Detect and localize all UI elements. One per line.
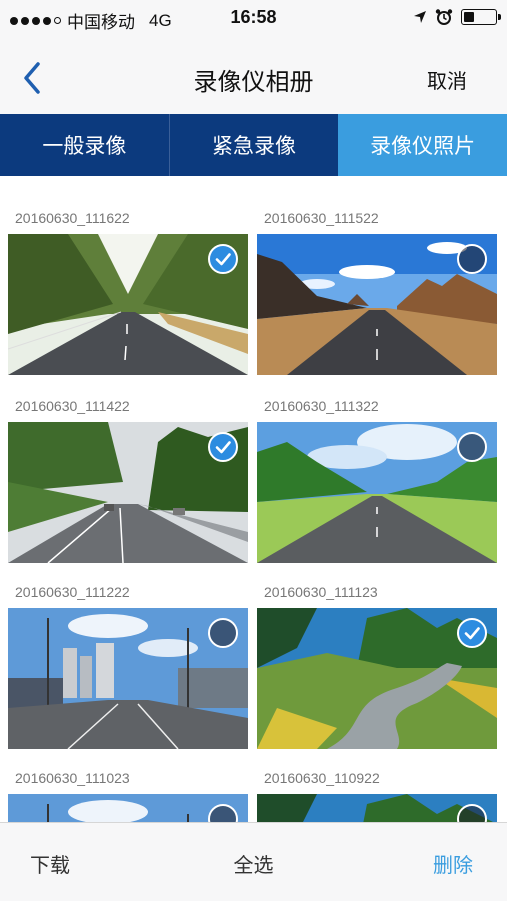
tab-emergency-video[interactable]: 紧急录像	[168, 114, 339, 176]
delete-button[interactable]: 删除	[433, 849, 473, 878]
tab-normal-video[interactable]: 一般录像	[0, 114, 169, 176]
photo-filename: 20160630_110922	[264, 770, 380, 786]
photo-filename: 20160630_111123	[264, 584, 378, 600]
photo-filename: 20160630_111023	[15, 770, 130, 786]
cancel-button[interactable]: 取消	[427, 65, 467, 94]
location-arrow-icon	[414, 11, 426, 23]
battery-icon	[461, 9, 501, 25]
selection-check-icon[interactable]	[457, 244, 487, 274]
selection-check-icon[interactable]	[457, 618, 487, 648]
photo-filename: 20160630_111522	[264, 210, 379, 226]
selection-check-icon[interactable]	[208, 432, 238, 462]
selection-check-icon[interactable]	[208, 244, 238, 274]
select-all-button[interactable]: 全选	[0, 849, 507, 878]
photo-filename: 20160630_111322	[264, 398, 379, 414]
status-icons	[413, 8, 501, 26]
photo-filename: 20160630_111422	[15, 398, 130, 414]
battery-level	[464, 12, 474, 22]
alarm-clock-icon	[435, 9, 453, 25]
navigation-bar: 录像仪相册 取消	[0, 38, 507, 114]
selection-check-icon[interactable]	[457, 432, 487, 462]
photo-grid: 20160630_111622 20160630_111522 20160630…	[0, 176, 507, 822]
status-bar: 中国移动 4G 16:58	[0, 0, 507, 38]
photo-filename: 20160630_111222	[15, 584, 130, 600]
selection-check-icon[interactable]	[208, 618, 238, 648]
category-tabs: 一般录像 紧急录像 录像仪照片	[0, 114, 507, 176]
photo-filename: 20160630_111622	[15, 210, 130, 226]
bottom-toolbar: 下载 全选 删除	[0, 822, 507, 901]
tab-recorder-photos[interactable]: 录像仪照片	[338, 114, 507, 176]
